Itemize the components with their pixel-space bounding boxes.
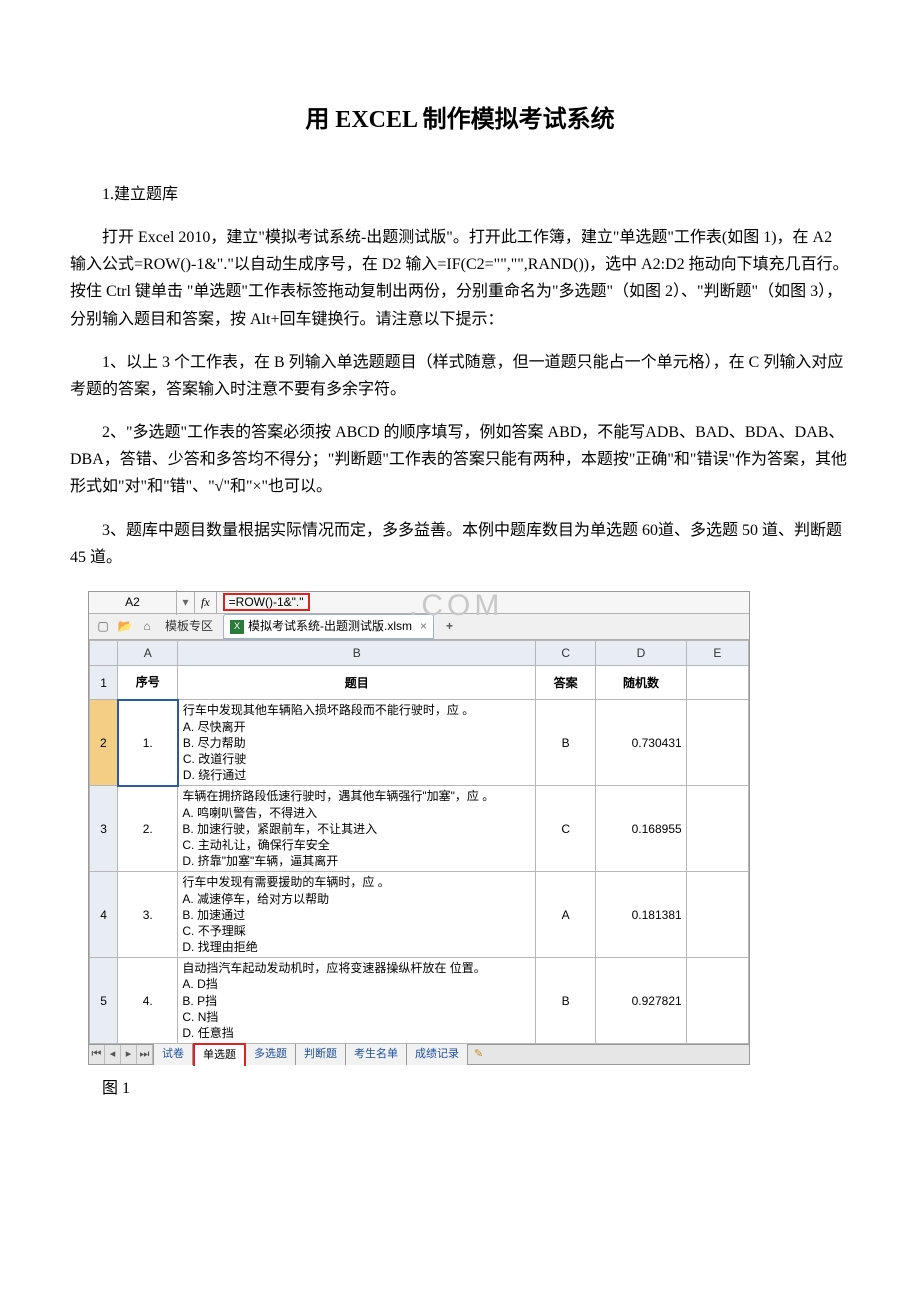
- formula-bar: A2 ▾ fx =ROW()-1&".": [89, 592, 749, 614]
- row-header-5[interactable]: 5: [90, 958, 118, 1044]
- cell-C2[interactable]: B: [536, 700, 596, 786]
- row-header-4[interactable]: 4: [90, 872, 118, 958]
- sheet-tab-kaosheng[interactable]: 考生名单: [346, 1044, 407, 1065]
- cell-A5[interactable]: 4.: [118, 958, 178, 1044]
- name-box[interactable]: A2: [89, 590, 177, 614]
- paragraph-4: 3、题库中题目数量根据实际情况而定，多多益善。本例中题库数目为单选题 60道、多…: [70, 517, 850, 571]
- cell-B5[interactable]: 自动挡汽车起动发动机时，应将变速器操纵杆放在 位置。 A. D挡 B. P挡 C…: [178, 958, 536, 1044]
- namebox-dropdown-icon[interactable]: ▾: [177, 592, 195, 612]
- header-question[interactable]: 题目: [178, 666, 536, 700]
- new-tab-plus-icon[interactable]: +: [440, 616, 459, 636]
- sheet-tab-panduan[interactable]: 判断题: [296, 1044, 346, 1065]
- cell-B2[interactable]: 行车中发现其他车辆陷入损坏路段而不能行驶时，应 。 A. 尽快离开 B. 尽力帮…: [178, 700, 536, 786]
- page-title: 用 EXCEL 制作模拟考试系统: [70, 100, 850, 141]
- cell-D5[interactable]: 0.927821: [596, 958, 686, 1044]
- cell-E4[interactable]: [686, 872, 748, 958]
- cell-C5[interactable]: B: [536, 958, 596, 1044]
- section-heading: 1.建立题库: [70, 181, 850, 208]
- cell-D2[interactable]: 0.730431: [596, 700, 686, 786]
- sheet-nav-prev-icon[interactable]: ◂: [105, 1045, 121, 1064]
- header-random[interactable]: 随机数: [596, 666, 686, 700]
- cell-A4[interactable]: 3.: [118, 872, 178, 958]
- cell-E3[interactable]: [686, 786, 748, 872]
- header-answer[interactable]: 答案: [536, 666, 596, 700]
- row-header-1[interactable]: 1: [90, 666, 118, 700]
- col-header-E[interactable]: E: [686, 641, 748, 666]
- cell-D4[interactable]: 0.181381: [596, 872, 686, 958]
- new-sheet-icon[interactable]: ✎: [468, 1045, 489, 1064]
- sheet-tab-chengji[interactable]: 成绩记录: [407, 1044, 468, 1065]
- cell-D3[interactable]: 0.168955: [596, 786, 686, 872]
- cell-A2-selected[interactable]: 1.: [118, 700, 178, 786]
- sheet-tab-danxuan[interactable]: 单选题: [193, 1043, 246, 1066]
- cell-A3[interactable]: 2.: [118, 786, 178, 872]
- figure-1-excel-screenshot: .COM A2 ▾ fx =ROW()-1&"." ▢ 📂 ⌂ 模板专区 X 模…: [70, 591, 850, 1065]
- col-header-B[interactable]: B: [178, 641, 536, 666]
- cell-E5[interactable]: [686, 958, 748, 1044]
- workbook-file-tab[interactable]: X 模拟考试系统-出题测试版.xlsm ×: [223, 614, 434, 638]
- workbook-tab-bar: ▢ 📂 ⌂ 模板专区 X 模拟考试系统-出题测试版.xlsm × +: [89, 614, 749, 640]
- paragraph-2: 1、以上 3 个工作表，在 B 列输入单选题题目（样式随意，但一道题只能占一个单…: [70, 349, 850, 403]
- row-header-2[interactable]: 2: [90, 700, 118, 786]
- col-header-A[interactable]: A: [118, 641, 178, 666]
- xlsm-icon: X: [230, 620, 244, 634]
- file-tab-name: 模拟考试系统-出题测试版.xlsm: [248, 616, 412, 636]
- header-num[interactable]: 序号: [118, 666, 178, 700]
- home-icon[interactable]: ⌂: [139, 619, 155, 635]
- cell-B4[interactable]: 行车中发现有需要援助的车辆时，应 。 A. 减速停车，给对方以帮助 B. 加速通…: [178, 872, 536, 958]
- row-header-3[interactable]: 3: [90, 786, 118, 872]
- paragraph-1: 打开 Excel 2010，建立"模拟考试系统-出题测试版"。打开此工作簿，建立…: [70, 224, 850, 333]
- sheet-tab-bar: ⏮ ◂ ▸ ⏭ 试卷 单选题 多选题 判断题 考生名单 成绩记录 ✎: [89, 1044, 749, 1064]
- cell-E1[interactable]: [686, 666, 748, 700]
- new-file-icon[interactable]: ▢: [95, 619, 111, 635]
- close-icon[interactable]: ×: [420, 616, 427, 636]
- sheet-nav-last-icon[interactable]: ⏭: [137, 1045, 153, 1064]
- cell-C3[interactable]: C: [536, 786, 596, 872]
- paragraph-3: 2、"多选题"工作表的答案必须按 ABCD 的顺序填写，例如答案 ABD，不能写…: [70, 419, 850, 501]
- cell-C4[interactable]: A: [536, 872, 596, 958]
- fx-icon[interactable]: fx: [195, 592, 217, 612]
- sheet-nav-first-icon[interactable]: ⏮: [89, 1045, 105, 1064]
- col-header-D[interactable]: D: [596, 641, 686, 666]
- cell-E2[interactable]: [686, 700, 748, 786]
- cell-B3[interactable]: 车辆在拥挤路段低速行驶时，遇其他车辆强行"加塞"，应 。 A. 鸣喇叭警告，不得…: [178, 786, 536, 872]
- formula-input[interactable]: =ROW()-1&".": [217, 590, 749, 614]
- worksheet-grid[interactable]: A B C D E 1 序号 题目 答案 随机数 2 1. 行车中: [89, 640, 749, 1044]
- select-all-corner[interactable]: [90, 641, 118, 666]
- col-header-C[interactable]: C: [536, 641, 596, 666]
- template-area-label[interactable]: 模板专区: [161, 616, 217, 636]
- figure-1-caption: 图 1: [70, 1075, 850, 1102]
- sheet-tab-duoxuan[interactable]: 多选题: [246, 1044, 296, 1065]
- sheet-nav-next-icon[interactable]: ▸: [121, 1045, 137, 1064]
- open-file-icon[interactable]: 📂: [117, 619, 133, 635]
- sheet-tab-shijuan[interactable]: 试卷: [154, 1044, 193, 1065]
